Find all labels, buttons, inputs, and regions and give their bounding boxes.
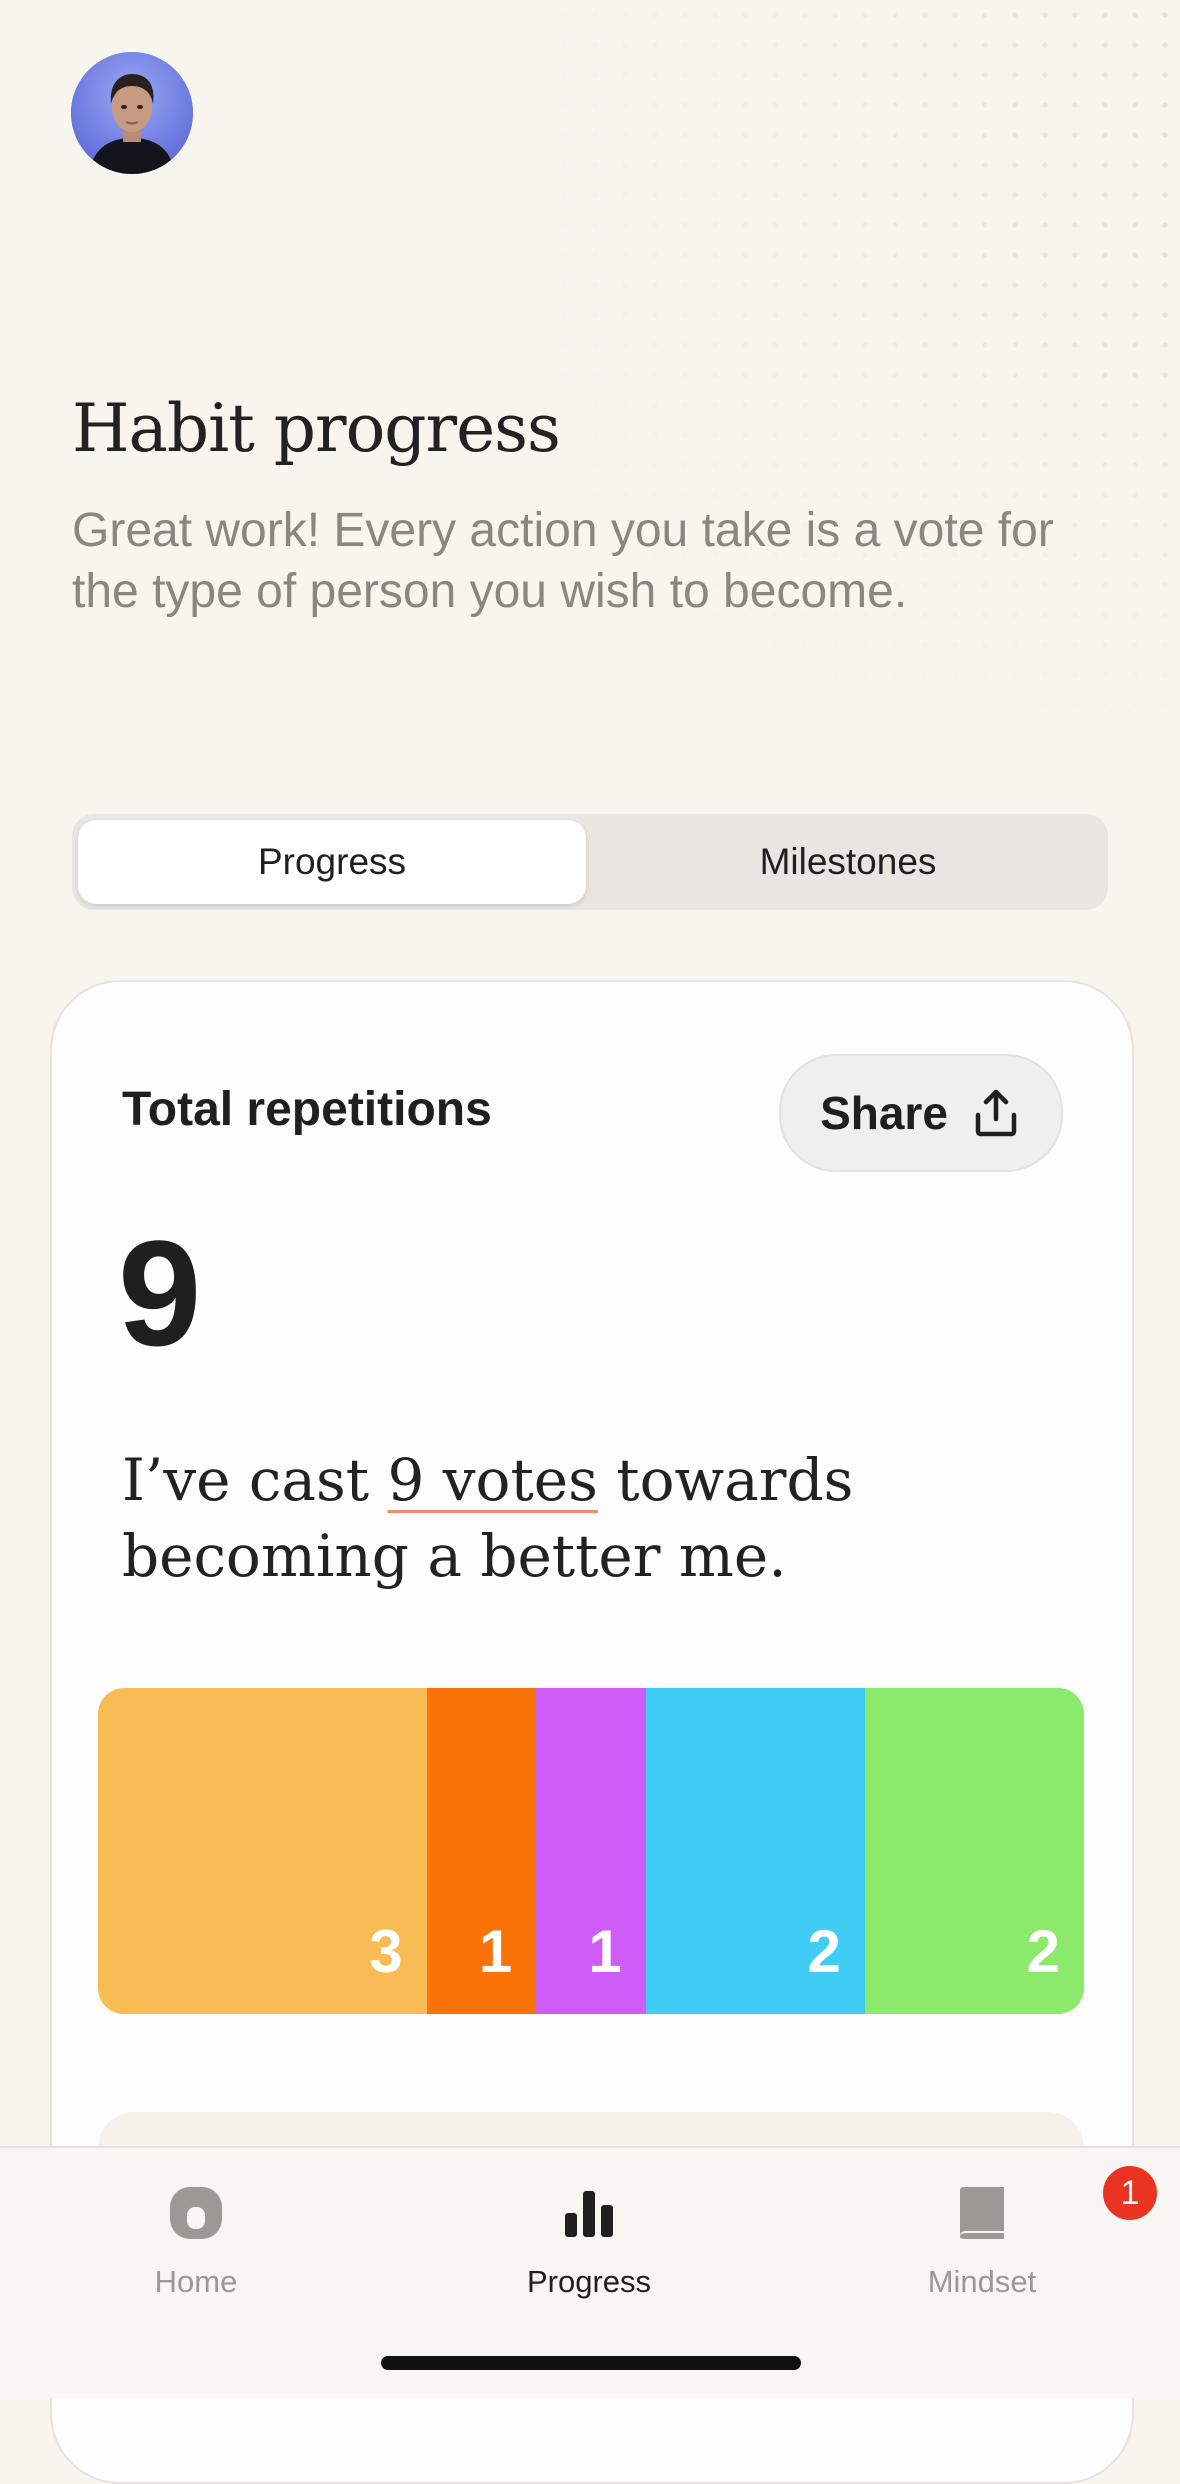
- votes-statement: I’ve cast 9 votes towards becoming a bet…: [122, 1442, 1022, 1594]
- bar-segment: 2: [645, 1688, 865, 2014]
- page-title: Habit progress: [72, 390, 561, 467]
- share-upload-icon: [975, 1089, 1017, 1137]
- share-button[interactable]: Share: [779, 1054, 1063, 1172]
- bar-segment: 3: [98, 1688, 427, 2014]
- bar-segment: 2: [864, 1688, 1084, 2014]
- tab-progress-label: Progress: [526, 2264, 652, 2299]
- bar-segment: 1: [536, 1688, 646, 2014]
- repetitions-stacked-bar: 3 1 1 2 2: [98, 1688, 1084, 2014]
- book-icon: 1: [947, 2162, 1161, 2248]
- home-icon: [161, 2178, 231, 2248]
- bar-segment-label: 1: [478, 1918, 513, 1985]
- card-title: Total repetitions: [122, 1083, 492, 1136]
- tab-home[interactable]: Home: [66, 2178, 326, 2300]
- user-photo-icon: [71, 52, 193, 174]
- avatar[interactable]: [71, 52, 193, 174]
- page-subtitle: Great work! Every action you take is a v…: [72, 504, 1054, 618]
- bar-segment-label: 1: [588, 1918, 622, 1985]
- bar-chart-icon: [554, 2178, 624, 2248]
- notification-badge: 1: [1099, 2162, 1161, 2224]
- tab-mindset-label: Mindset: [927, 2264, 1037, 2299]
- view-segmented-control: Progress Milestones: [72, 814, 1108, 910]
- bar-segment-label: 2: [1026, 1918, 1060, 1985]
- segment-milestones[interactable]: Milestones: [594, 820, 1102, 904]
- tab-mindset[interactable]: 1 Mindset: [852, 2162, 1161, 2300]
- home-indicator: [381, 2356, 801, 2370]
- bar-segment-label: 2: [807, 1918, 841, 1985]
- segment-progress[interactable]: Progress: [78, 820, 586, 904]
- bar-segment: 1: [426, 1688, 537, 2014]
- tab-progress[interactable]: Progress: [459, 2178, 719, 2300]
- bar-segment-label: 3: [369, 1918, 403, 1985]
- share-label: Share: [820, 1087, 948, 1139]
- total-repetitions-count: 9: [118, 1209, 201, 1377]
- statement-prefix: I’ve cast: [122, 1446, 388, 1514]
- dot-pattern-fade: [400, 0, 1180, 760]
- votes-highlight: 9 votes: [387, 1446, 598, 1514]
- tab-home-label: Home: [154, 2264, 238, 2299]
